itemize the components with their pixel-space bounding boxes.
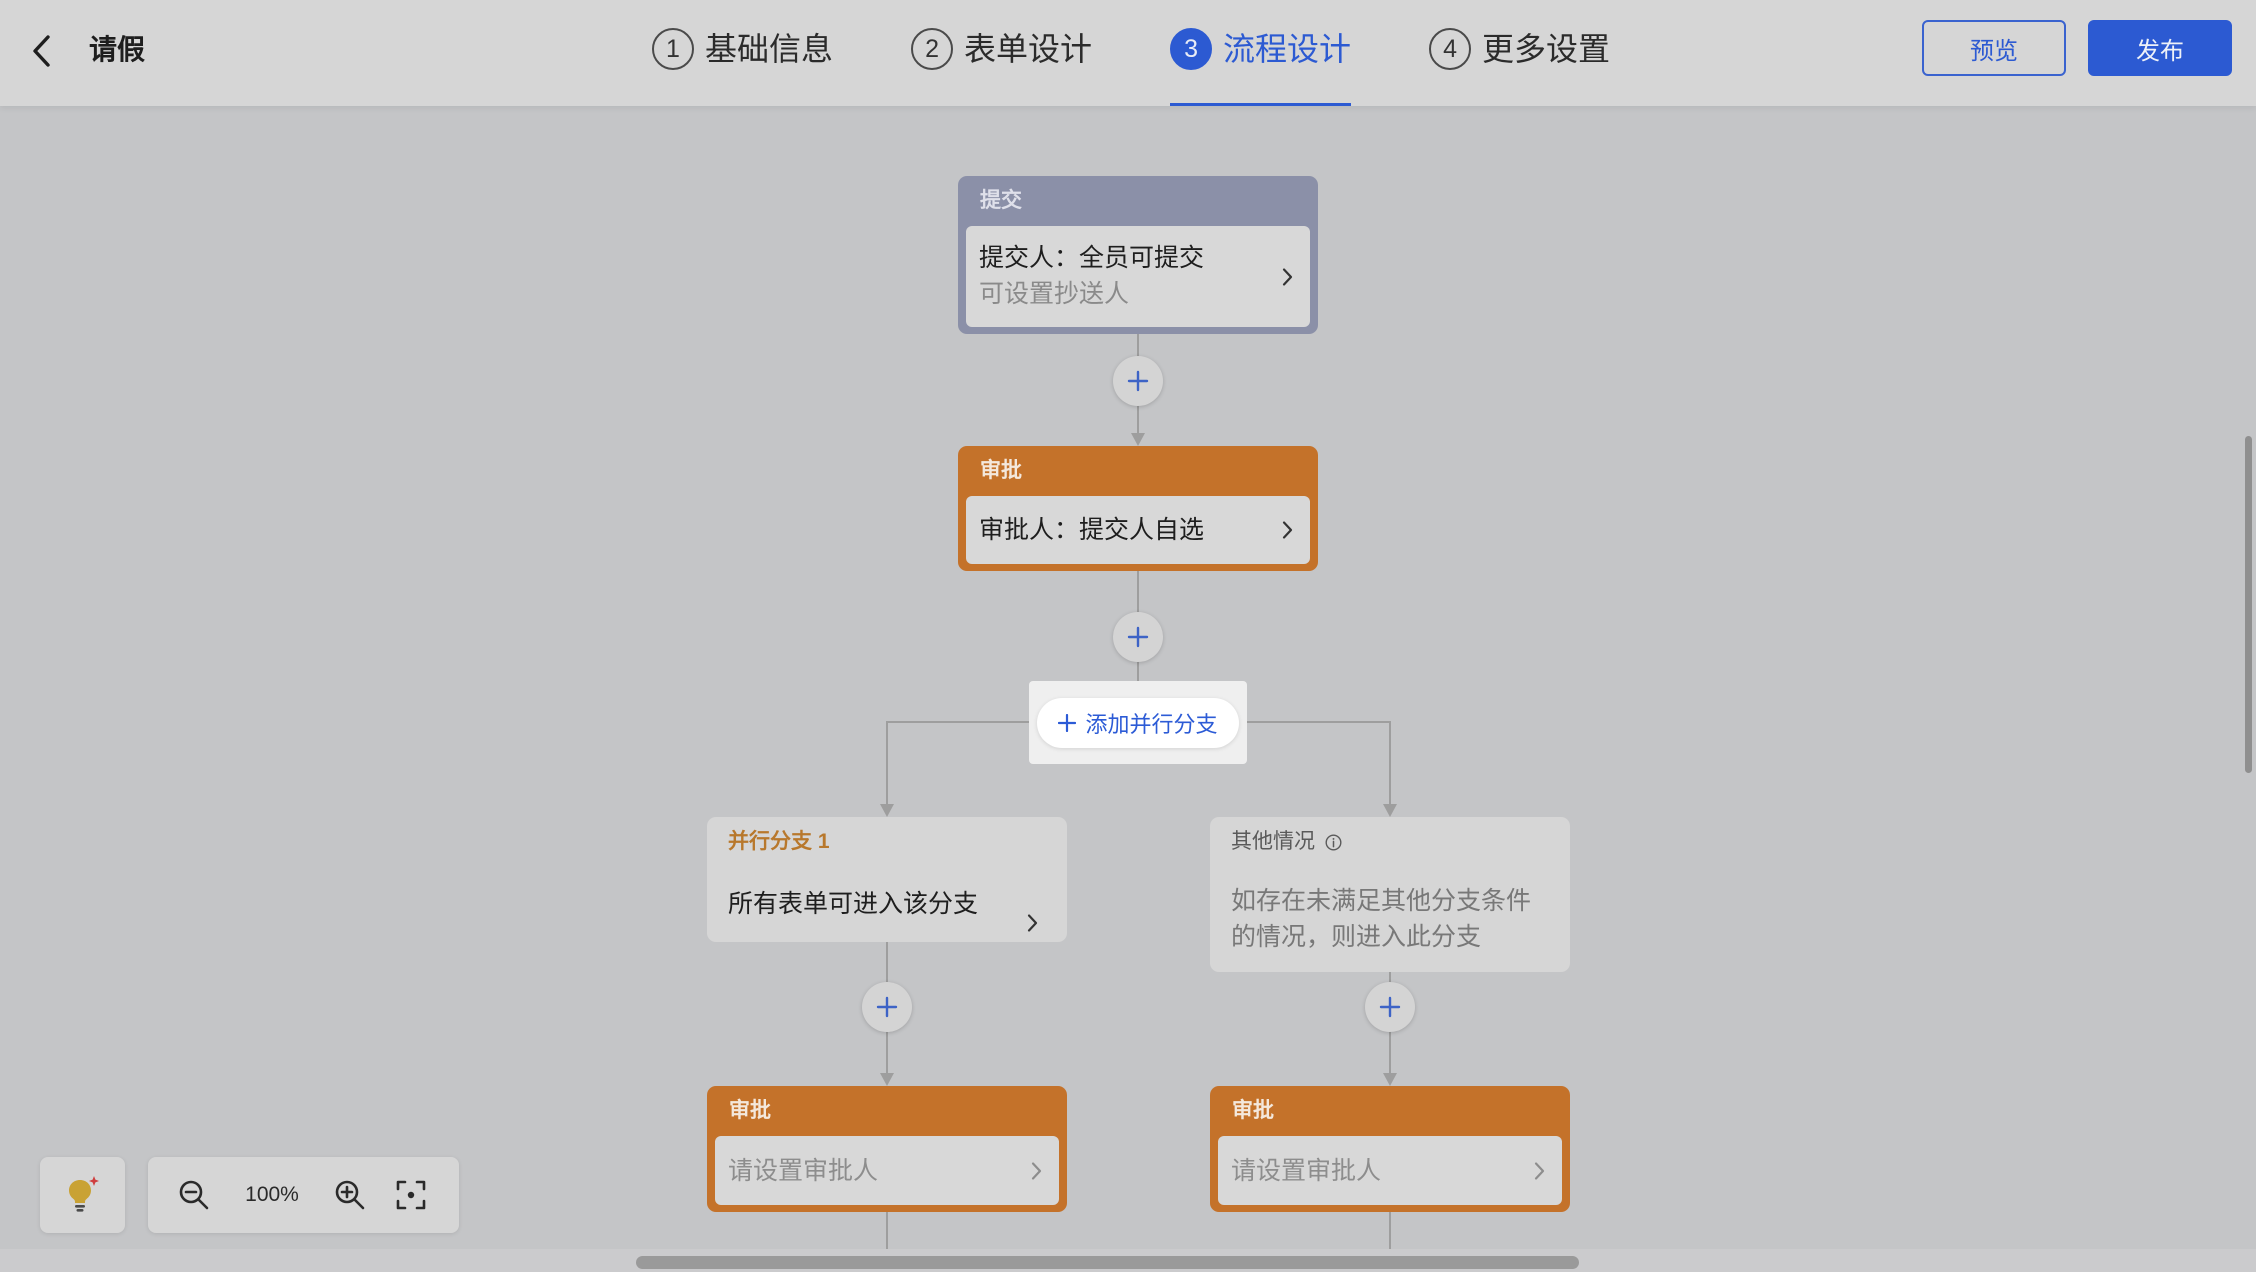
step-form-design[interactable]: 2 表单设计 (911, 0, 1092, 106)
chevron-right-icon (1031, 1161, 1042, 1180)
back-button[interactable] (22, 28, 62, 74)
step-more-settings[interactable]: 4 更多设置 (1429, 0, 1610, 106)
approval-node[interactable]: 审批 审批人：提交人自选 (958, 446, 1318, 571)
branch-2-approval-node[interactable]: 审批 请设置审批人 (1210, 1086, 1570, 1212)
approver-text: 审批人：提交人自选 (979, 516, 1205, 544)
cc-hint-text: 可设置抄送人 (979, 280, 1130, 308)
submit-node[interactable]: 提交 提交人：全员可提交 可设置抄送人 (958, 176, 1318, 334)
node-header: 审批 (980, 459, 1022, 482)
page-title: 请假 (89, 34, 146, 65)
plus-icon (1127, 370, 1149, 392)
zoom-out-icon[interactable] (177, 1178, 211, 1212)
chevron-right-icon (1282, 267, 1293, 286)
plus-icon (876, 996, 898, 1018)
chevron-left-icon (33, 35, 50, 67)
add-node-button[interactable] (862, 982, 912, 1032)
arrow-head (1131, 433, 1145, 446)
node-body: 审批人：提交人自选 (966, 496, 1310, 564)
step-number: 4 (1429, 28, 1472, 70)
step-nav: 1 基础信息 2 表单设计 3 流程设计 4 更多设置 (652, 0, 1610, 106)
horizontal-scrollbar-track (0, 1249, 2256, 1272)
node-body: 请设置审批人 (1218, 1136, 1562, 1205)
plus-icon (1058, 714, 1077, 732)
fit-view-icon[interactable] (394, 1178, 428, 1212)
guide-spotlight: 添加并行分支 (1029, 681, 1247, 764)
add-parallel-branch-button[interactable]: 添加并行分支 (1037, 698, 1239, 748)
node-body: 请设置审批人 (715, 1136, 1059, 1205)
step-process-design[interactable]: 3 流程设计 (1170, 0, 1352, 106)
app-window: 请假 1 基础信息 2 表单设计 3 流程设计 4 更多设置 预览 发布 提交 … (0, 0, 2256, 1272)
arrow-head (880, 804, 894, 817)
approver-placeholder: 请设置审批人 (728, 1156, 879, 1185)
approver-placeholder: 请设置审批人 (1231, 1156, 1382, 1185)
arrow-head (1383, 1073, 1397, 1086)
step-number: 2 (911, 28, 954, 70)
zoom-in-icon[interactable] (333, 1178, 367, 1212)
plus-icon (1127, 626, 1149, 648)
publish-button[interactable]: 发布 (2088, 20, 2232, 76)
vertical-scrollbar[interactable] (2245, 436, 2252, 773)
assistant-button[interactable] (40, 1157, 125, 1233)
arrow-head (880, 1073, 894, 1086)
add-node-button[interactable] (1365, 982, 1415, 1032)
top-bar: 请假 1 基础信息 2 表单设计 3 流程设计 4 更多设置 预览 发布 (0, 0, 2256, 106)
submitter-text: 提交人：全员可提交 (979, 244, 1205, 272)
branch-condition-text: 所有表单可进入该分支 (728, 890, 979, 918)
branch-condition-card[interactable]: 并行分支 1 所有表单可进入该分支 (707, 817, 1067, 942)
branch-title: 并行分支 1 (728, 830, 830, 853)
step-basic-info[interactable]: 1 基础信息 (652, 0, 833, 106)
branch-1-approval-node[interactable]: 审批 请设置审批人 (707, 1086, 1067, 1212)
zoom-toolbar: 100% (148, 1157, 459, 1233)
preview-button[interactable]: 预览 (1922, 20, 2066, 76)
node-header: 审批 (729, 1099, 771, 1122)
step-number: 1 (652, 28, 694, 70)
node-body: 提交人：全员可提交 可设置抄送人 (966, 226, 1310, 327)
branch-title-row: 其他情况 (1231, 817, 1570, 867)
add-node-button[interactable] (1113, 612, 1163, 662)
step-label: 流程设计 (1223, 31, 1352, 67)
chevron-right-icon (1534, 1161, 1545, 1180)
default-branch-card[interactable]: 其他情况 如存在未满足其他分支条件的情况，则进入此分支 (1210, 817, 1570, 972)
branch-title: 其他情况 (1231, 830, 1315, 853)
step-label: 基础信息 (705, 31, 834, 67)
step-label: 更多设置 (1482, 31, 1611, 67)
info-icon[interactable] (1325, 833, 1342, 851)
active-step-indicator (1170, 103, 1352, 106)
step-label: 表单设计 (964, 31, 1093, 67)
chevron-right-icon (1027, 914, 1038, 932)
step-number: 3 (1170, 28, 1213, 70)
chevron-right-icon (1282, 521, 1293, 539)
plus-icon (1379, 996, 1401, 1018)
node-header: 审批 (1232, 1099, 1274, 1122)
arrow-head (1383, 804, 1397, 817)
flow-canvas[interactable]: 提交 提交人：全员可提交 可设置抄送人 审批 审批人：提交人自选 添加并行分支 … (0, 106, 2256, 1272)
add-node-button[interactable] (1113, 356, 1163, 406)
lightbulb-icon (68, 1176, 99, 1212)
branch-condition-text: 如存在未满足其他分支条件的情况，则进入此分支 (1231, 887, 1532, 951)
horizontal-scrollbar[interactable] (636, 1256, 1579, 1269)
zoom-level: 100% (245, 1183, 299, 1206)
node-header: 提交 (980, 189, 1022, 212)
add-parallel-branch-label: 添加并行分支 (1085, 712, 1218, 737)
